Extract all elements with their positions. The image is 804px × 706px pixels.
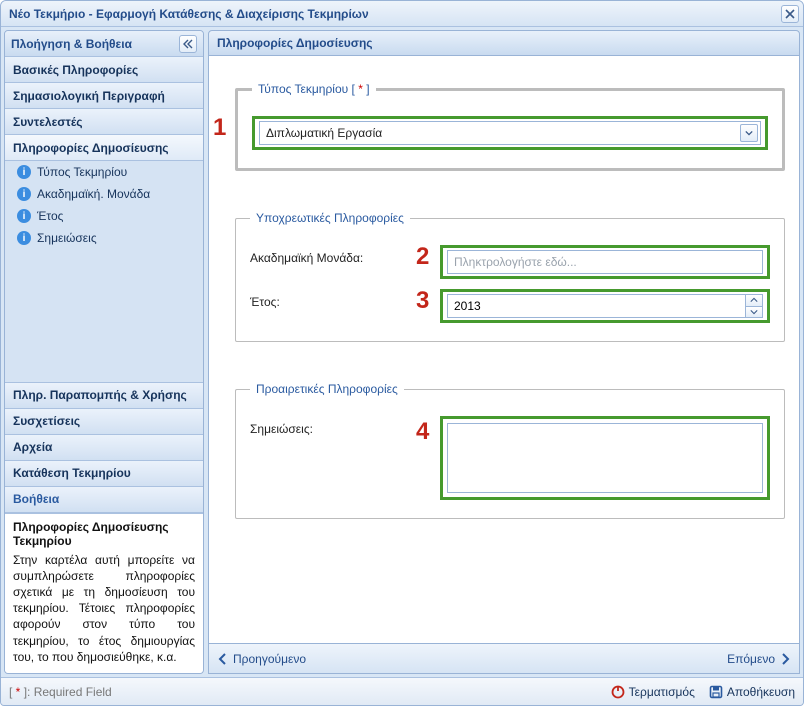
arrow-right-icon [779,653,791,665]
close-icon [785,9,795,19]
item-type-select[interactable]: Διπλωματική Εργασία [259,121,761,145]
annotation-badge-4: 4 [416,420,429,444]
label-academic-unit: Ακαδημαϊκή Μονάδα: [250,245,440,265]
row-academic-unit: Ακαδημαϊκή Μονάδα: 2 [250,245,770,279]
sidebar-item-publication-info[interactable]: Πληροφορίες Δημοσίευσης [5,135,203,161]
tree-item-notes[interactable]: i Σημειώσεις [5,227,203,249]
wizard-nav: Προηγούμενο Επόμενο [208,644,800,674]
prev-button[interactable]: Προηγούμενο [217,652,306,666]
annotation-badge-2: 2 [416,245,429,269]
sidebar-tree: i Τύπος Τεκμηρίου i Ακαδημαϊκή. Μονάδα i… [5,161,203,383]
save-button[interactable]: Αποθήκευση [709,685,795,699]
tree-label: Σημειώσεις [37,231,97,245]
year-down-button[interactable] [745,306,763,319]
sidebar-item-basic-info[interactable]: Βασικές Πληροφορίες [5,57,203,83]
item-type-value: Διπλωματική Εργασία [266,126,382,140]
chevron-double-left-icon [183,39,193,49]
tree-item-type[interactable]: i Τύπος Τεκμηρίου [5,161,203,183]
highlight-year [440,289,770,323]
tree-label: Έτος [37,209,63,223]
power-icon [611,685,625,699]
next-label: Επόμενο [727,652,775,666]
terminate-button[interactable]: Τερματισμός [611,685,695,699]
legend-type: Τύπος Τεκμηρίου [ * ] [252,82,376,96]
save-label: Αποθήκευση [727,685,795,699]
info-icon: i [17,209,31,223]
body: Πλοήγηση & Βοήθεια Βασικές Πληροφορίες Σ… [1,27,803,677]
tree-label: Τύπος Τεκμηρίου [37,165,127,179]
row-notes: Σημειώσεις: 4 [250,416,770,500]
fieldset-required: Υποχρεωτικές Πληροφορίες Ακαδημαϊκή Μονά… [235,211,785,342]
academic-unit-input[interactable] [447,250,763,274]
sidebar-item-citation[interactable]: Πληρ. Παραπομπής & Χρήσης [5,383,203,409]
terminate-label: Τερματισμός [629,685,695,699]
sidebar-item-semantic[interactable]: Σημασιολογική Περιγραφή [5,83,203,109]
arrow-left-icon [217,653,229,665]
info-icon: i [17,187,31,201]
required-note: [ * ]: Required Field [9,685,112,699]
main-panel: Πληροφορίες Δημοσίευσης 1 Τύπος Τεκμηρίο… [208,30,800,674]
highlight-unit [440,245,770,279]
tree-item-unit[interactable]: i Ακαδημαϊκή. Μονάδα [5,183,203,205]
label-notes: Σημειώσεις: [250,416,440,436]
highlight-notes [440,416,770,500]
fieldset-optional: Προαιρετικές Πληροφορίες Σημειώσεις: 4 [235,382,785,519]
dropdown-arrow[interactable] [740,124,758,142]
spin-buttons [745,294,763,318]
year-input[interactable] [447,294,745,318]
save-icon [709,685,723,699]
sidebar-title: Πλοήγηση & Βοήθεια [11,37,132,51]
legend-required: Υποχρεωτικές Πληροφορίες [250,211,410,225]
tree-item-year[interactable]: i Έτος [5,205,203,227]
year-up-button[interactable] [745,294,763,306]
title-bar: Νέο Τεκμήριο - Εφαρμογή Κατάθεσης & Διαχ… [1,1,803,27]
annotation-badge-3: 3 [416,289,429,313]
label-year: Έτος: [250,289,440,309]
app-window: Νέο Τεκμήριο - Εφαρμογή Κατάθεσης & Διαχ… [0,0,804,706]
next-button[interactable]: Επόμενο [727,652,791,666]
tree-label: Ακαδημαϊκή. Μονάδα [37,187,150,201]
window-title: Νέο Τεκμήριο - Εφαρμογή Κατάθεσης & Διαχ… [9,7,369,21]
sidebar-item-relations[interactable]: Συσχετίσεις [5,409,203,435]
highlight-type: Διπλωματική Εργασία [252,116,768,150]
sidebar: Πλοήγηση & Βοήθεια Βασικές Πληροφορίες Σ… [4,30,204,674]
year-spinner[interactable] [447,294,763,318]
legend-optional: Προαιρετικές Πληροφορίες [250,382,404,396]
sidebar-item-files[interactable]: Αρχεία [5,435,203,461]
sidebar-item-help[interactable]: Βοήθεια [5,487,203,513]
fieldset-type: Τύπος Τεκμηρίου [ * ] Διπλωματική Εργασί… [235,82,785,171]
main-header: Πληροφορίες Δημοσίευσης [208,30,800,56]
main-body: 1 Τύπος Τεκμηρίου [ * ] Διπλωματική Εργα… [208,56,800,644]
sidebar-accordion: Βασικές Πληροφορίες Σημασιολογική Περιγρ… [5,57,203,673]
chevron-down-icon [750,309,758,315]
sidebar-item-deposit[interactable]: Κατάθεση Τεκμηρίου [5,461,203,487]
annotation-badge-1: 1 [213,116,226,140]
prev-label: Προηγούμενο [233,652,306,666]
chevron-up-icon [750,297,758,303]
collapse-sidebar-button[interactable] [179,35,197,53]
help-title: Πληροφορίες Δημοσίευσης Τεκμηρίου [5,514,203,552]
sidebar-header: Πλοήγηση & Βοήθεια [5,31,203,57]
info-icon: i [17,165,31,179]
notes-textarea[interactable] [447,423,763,493]
info-icon: i [17,231,31,245]
help-panel: Πληροφορίες Δημοσίευσης Τεκμηρίου Στην κ… [5,513,203,673]
sidebar-item-contributors[interactable]: Συντελεστές [5,109,203,135]
row-year: Έτος: 3 [250,289,770,323]
status-bar: [ * ]: Required Field Τερματισμός Αποθήκ… [1,677,803,705]
footer-actions: Τερματισμός Αποθήκευση [611,685,795,699]
help-body: Στην καρτέλα αυτή μπορείτε να συμπληρώσε… [5,552,203,673]
close-button[interactable] [781,5,799,23]
chevron-down-icon [745,129,753,137]
